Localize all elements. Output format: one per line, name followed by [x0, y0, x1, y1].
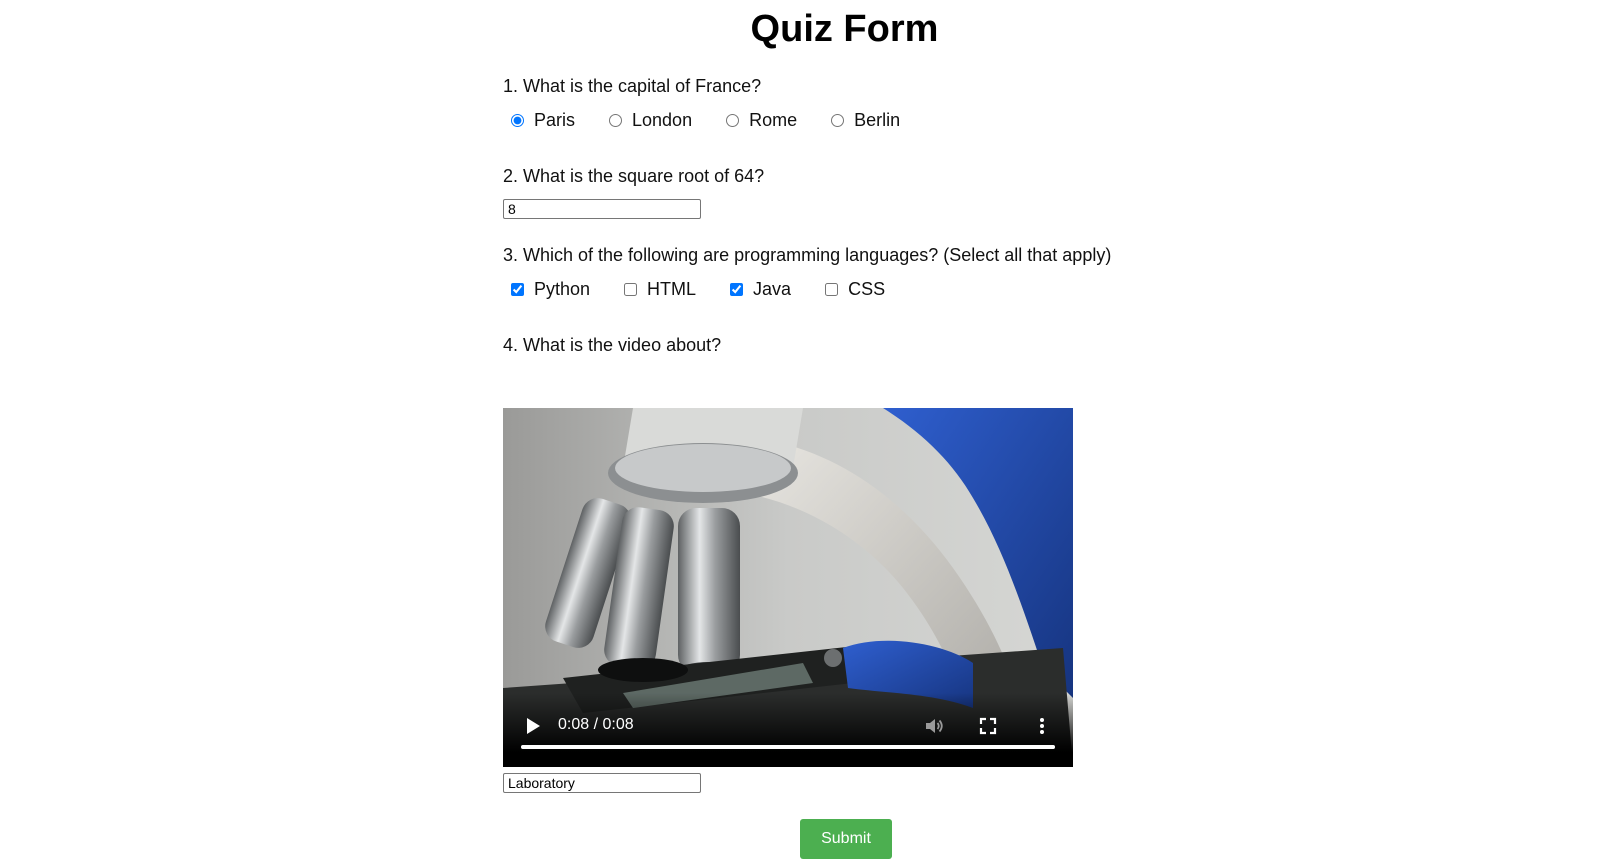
video-progress-bar[interactable] — [521, 745, 1055, 749]
fullscreen-icon[interactable] — [977, 715, 999, 737]
radio-label-rome: Rome — [749, 110, 798, 130]
radio-berlin[interactable] — [831, 114, 845, 127]
checkbox-option-python[interactable]: Python — [503, 279, 590, 300]
question-4-text: 4. What is the video about? — [503, 335, 722, 355]
page-title: Quiz Form — [750, 8, 939, 50]
checkbox-java[interactable] — [730, 283, 744, 296]
radio-option-rome[interactable]: Rome — [718, 110, 797, 131]
question-2-text: 2. What is the square root of 64? — [503, 166, 765, 186]
checkbox-python[interactable] — [511, 283, 524, 296]
question-1-options: Paris London Rome Berlin — [503, 110, 926, 131]
question-3-text: 3. Which of the following are programmin… — [503, 245, 1112, 265]
checkbox-label-html: HTML — [647, 279, 697, 299]
submit-button[interactable]: Submit — [800, 819, 892, 859]
question-1-text: 1. What is the capital of France? — [503, 76, 762, 96]
video-controls: 0:08 / 0:08 — [503, 693, 1073, 767]
radio-label-berlin: Berlin — [854, 110, 901, 130]
radio-option-berlin[interactable]: Berlin — [823, 110, 900, 131]
radio-rome[interactable] — [726, 114, 740, 127]
checkbox-label-css: CSS — [848, 279, 886, 299]
radio-label-paris: Paris — [534, 110, 576, 130]
checkbox-option-java[interactable]: Java — [722, 279, 791, 300]
radio-paris[interactable] — [511, 114, 524, 127]
checkbox-option-html[interactable]: HTML — [616, 279, 696, 300]
square-root-answer-input[interactable] — [503, 199, 701, 219]
video-answer-input[interactable] — [503, 773, 701, 793]
radio-label-london: London — [632, 110, 693, 130]
radio-option-london[interactable]: London — [601, 110, 692, 131]
video-player[interactable]: 0:08 / 0:08 — [503, 408, 1073, 767]
checkbox-label-python: Python — [534, 279, 591, 299]
radio-london[interactable] — [609, 114, 623, 127]
checkbox-option-css[interactable]: CSS — [817, 279, 885, 300]
play-icon[interactable] — [523, 716, 543, 736]
volume-icon[interactable] — [923, 715, 945, 737]
video-time-display: 0:08 / 0:08 — [558, 716, 634, 733]
video-progress-fill — [521, 745, 1055, 749]
checkbox-css[interactable] — [825, 283, 839, 296]
question-3-options: Python HTML Java CSS — [503, 279, 911, 300]
more-options-icon[interactable] — [1031, 715, 1053, 737]
checkbox-html[interactable] — [624, 283, 638, 296]
checkbox-label-java: Java — [753, 279, 792, 299]
radio-option-paris[interactable]: Paris — [503, 110, 575, 131]
